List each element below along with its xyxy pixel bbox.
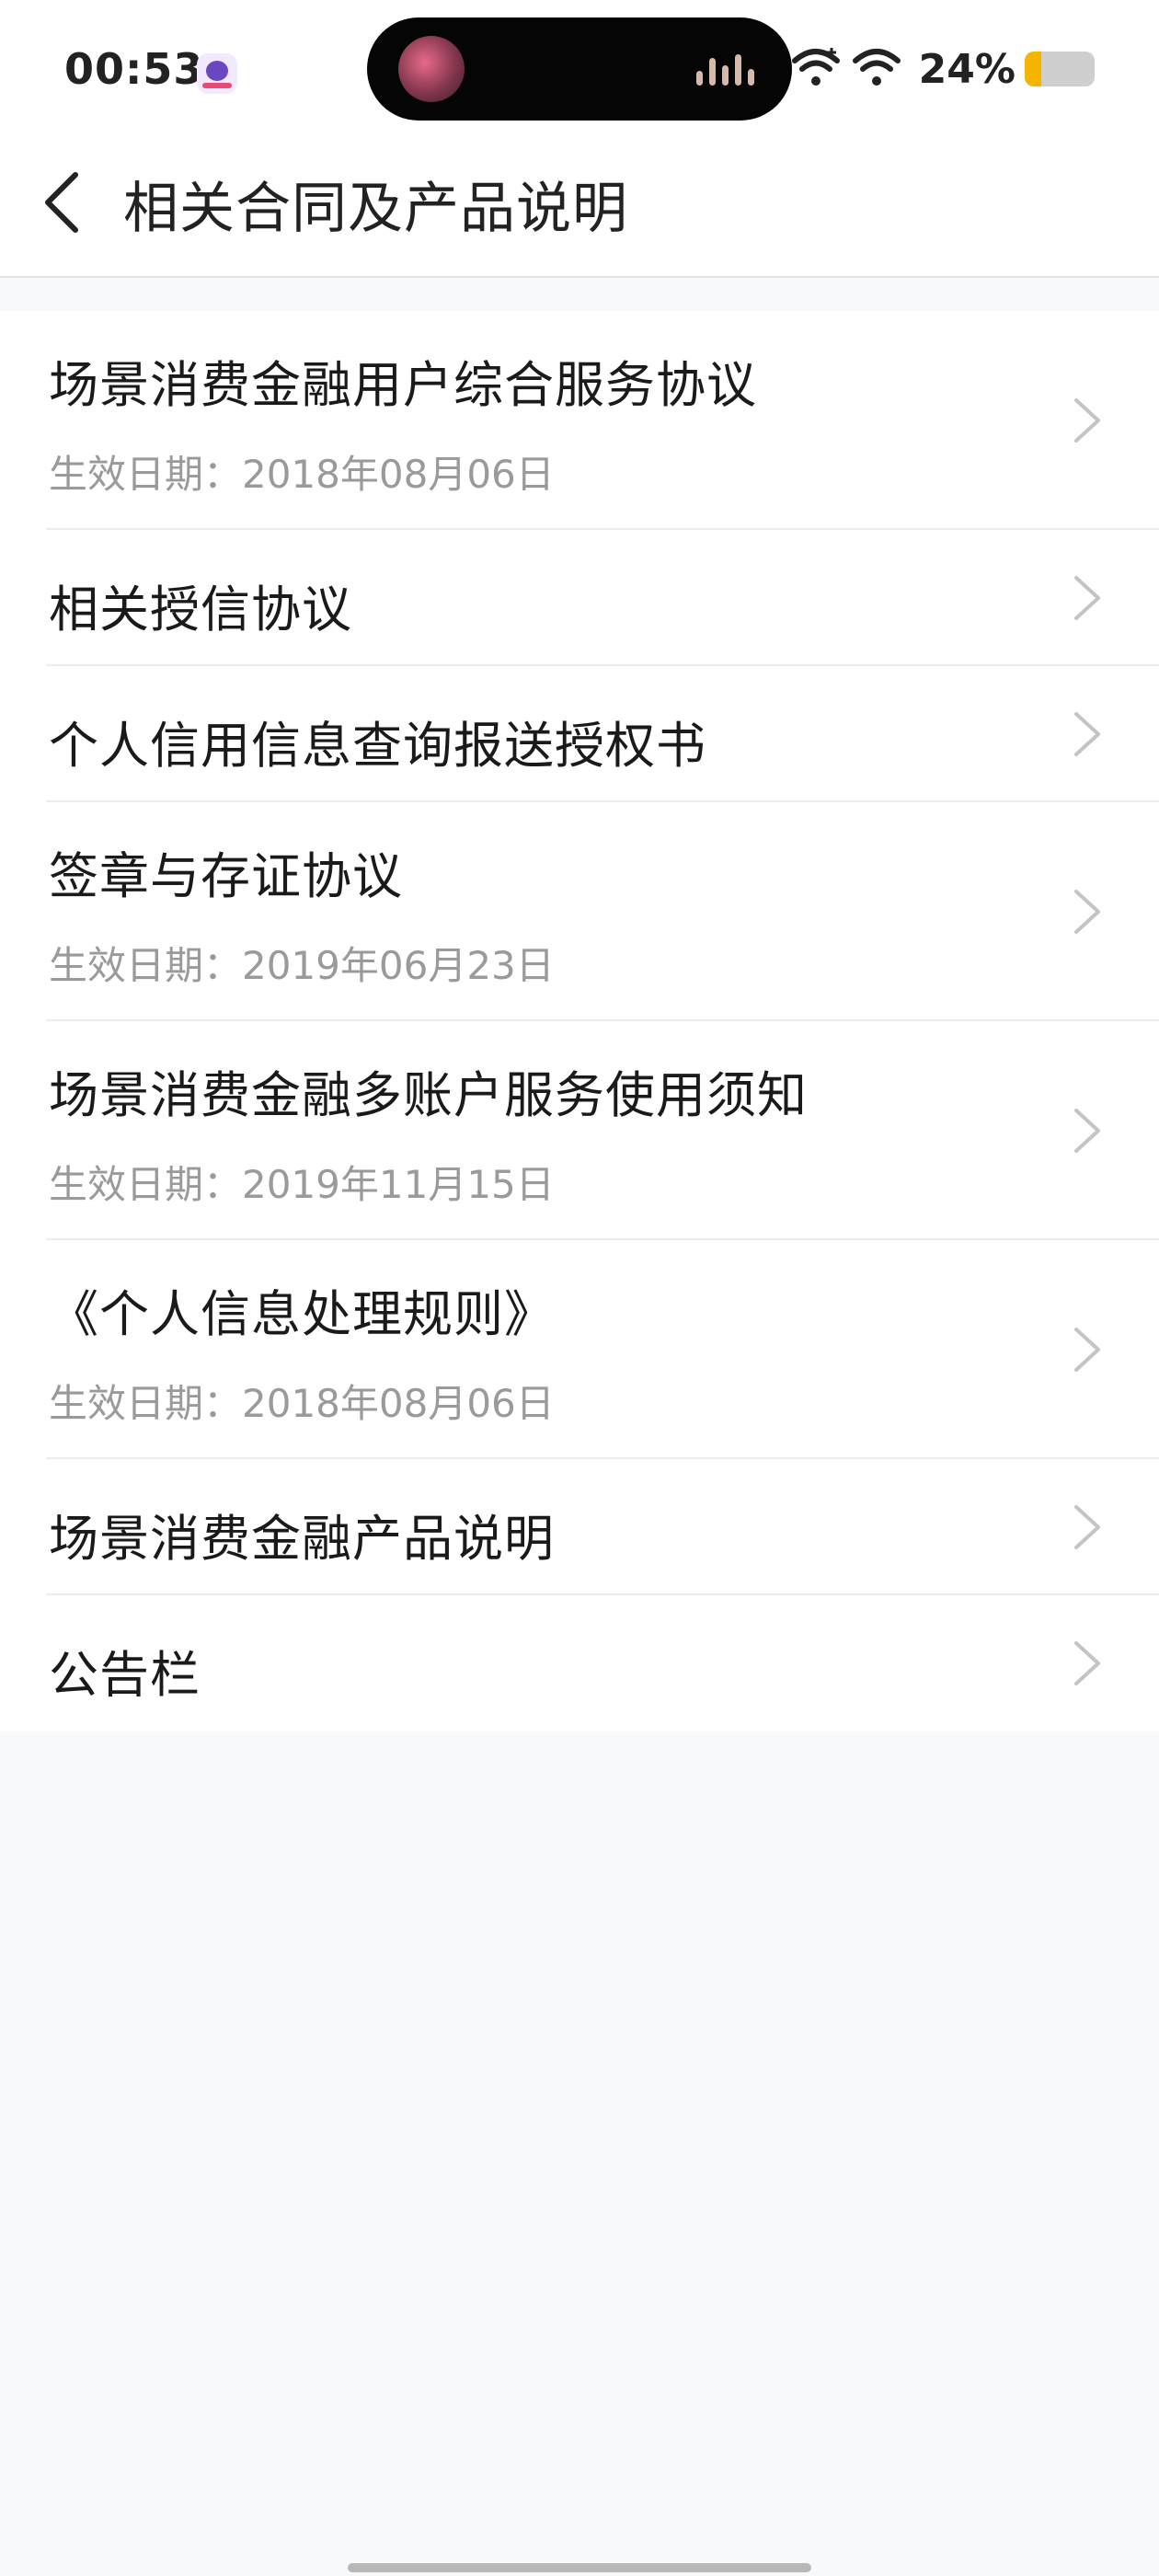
chevron-right-icon (1074, 576, 1100, 620)
back-button[interactable] (28, 166, 101, 239)
chevron-right-icon (1074, 398, 1100, 443)
chevron-left-icon (45, 172, 78, 233)
list-item-title: 场景消费金融产品说明 (49, 1510, 555, 1568)
list-item-bulletin-board[interactable]: 公告栏 (46, 1595, 1159, 1731)
list-item-effective-date: 生效日期：2018年08月06日 (49, 452, 555, 497)
list-item-service-agreement[interactable]: 场景消费金融用户综合服务协议 生效日期：2018年08月06日 (46, 311, 1159, 530)
status-bar: 00:53 24% (0, 0, 1159, 138)
list-item-privacy-rules[interactable]: 《个人信息处理规则》 生效日期：2018年08月06日 (46, 1240, 1159, 1459)
chevron-right-icon (1074, 890, 1100, 934)
list-item-title: 个人信用信息查询报送授权书 (49, 717, 706, 775)
battery-icon (1025, 52, 1095, 86)
list-item-title: 场景消费金融多账户服务使用须知 (49, 1066, 808, 1124)
list-item-title: 签章与存证协议 (49, 847, 403, 905)
list-item-effective-date: 生效日期：2019年06月23日 (49, 943, 555, 988)
list-item-product-description[interactable]: 场景消费金融产品说明 (46, 1459, 1159, 1595)
list-item-title: 公告栏 (49, 1646, 201, 1704)
navigation-bar: 相关合同及产品说明 (0, 138, 1159, 278)
list-item-effective-date: 生效日期：2019年11月15日 (49, 1162, 555, 1207)
document-list: 场景消费金融用户综合服务协议 生效日期：2018年08月06日 相关授信协议 个… (0, 311, 1159, 1731)
app-notification-icon (197, 53, 237, 94)
battery-fill (1025, 52, 1042, 86)
wifi-icon (853, 49, 901, 86)
album-art-thumbnail (398, 36, 465, 102)
status-time: 00:53 (64, 44, 204, 94)
chevron-right-icon (1074, 1641, 1100, 1685)
home-indicator[interactable] (348, 2563, 811, 2572)
list-item-multi-account-notice[interactable]: 场景消费金融多账户服务使用须知 生效日期：2019年11月15日 (46, 1021, 1159, 1240)
chevron-right-icon (1074, 712, 1100, 756)
list-item-credit-inquiry-authorization[interactable]: 个人信用信息查询报送授权书 (46, 666, 1159, 802)
chevron-right-icon (1074, 1328, 1100, 1372)
list-item-signature-agreement[interactable]: 签章与存证协议 生效日期：2019年06月23日 (46, 802, 1159, 1021)
list-item-title: 相关授信协议 (49, 581, 352, 638)
status-icons: 24% (791, 40, 1095, 96)
dynamic-island[interactable] (367, 17, 792, 121)
list-item-credit-agreement[interactable]: 相关授信协议 (46, 530, 1159, 666)
list-item-effective-date: 生效日期：2018年08月06日 (49, 1381, 555, 1426)
chevron-right-icon (1074, 1109, 1100, 1153)
battery-percent: 24% (918, 46, 1016, 93)
hotspot-wifi-icon (792, 48, 840, 86)
audio-wave-icon (696, 54, 761, 86)
page-title: 相关合同及产品说明 (123, 177, 628, 241)
list-item-title: 场景消费金融用户综合服务协议 (49, 356, 757, 414)
list-item-title: 《个人信息处理规则》 (49, 1285, 555, 1343)
chevron-right-icon (1074, 1505, 1100, 1549)
